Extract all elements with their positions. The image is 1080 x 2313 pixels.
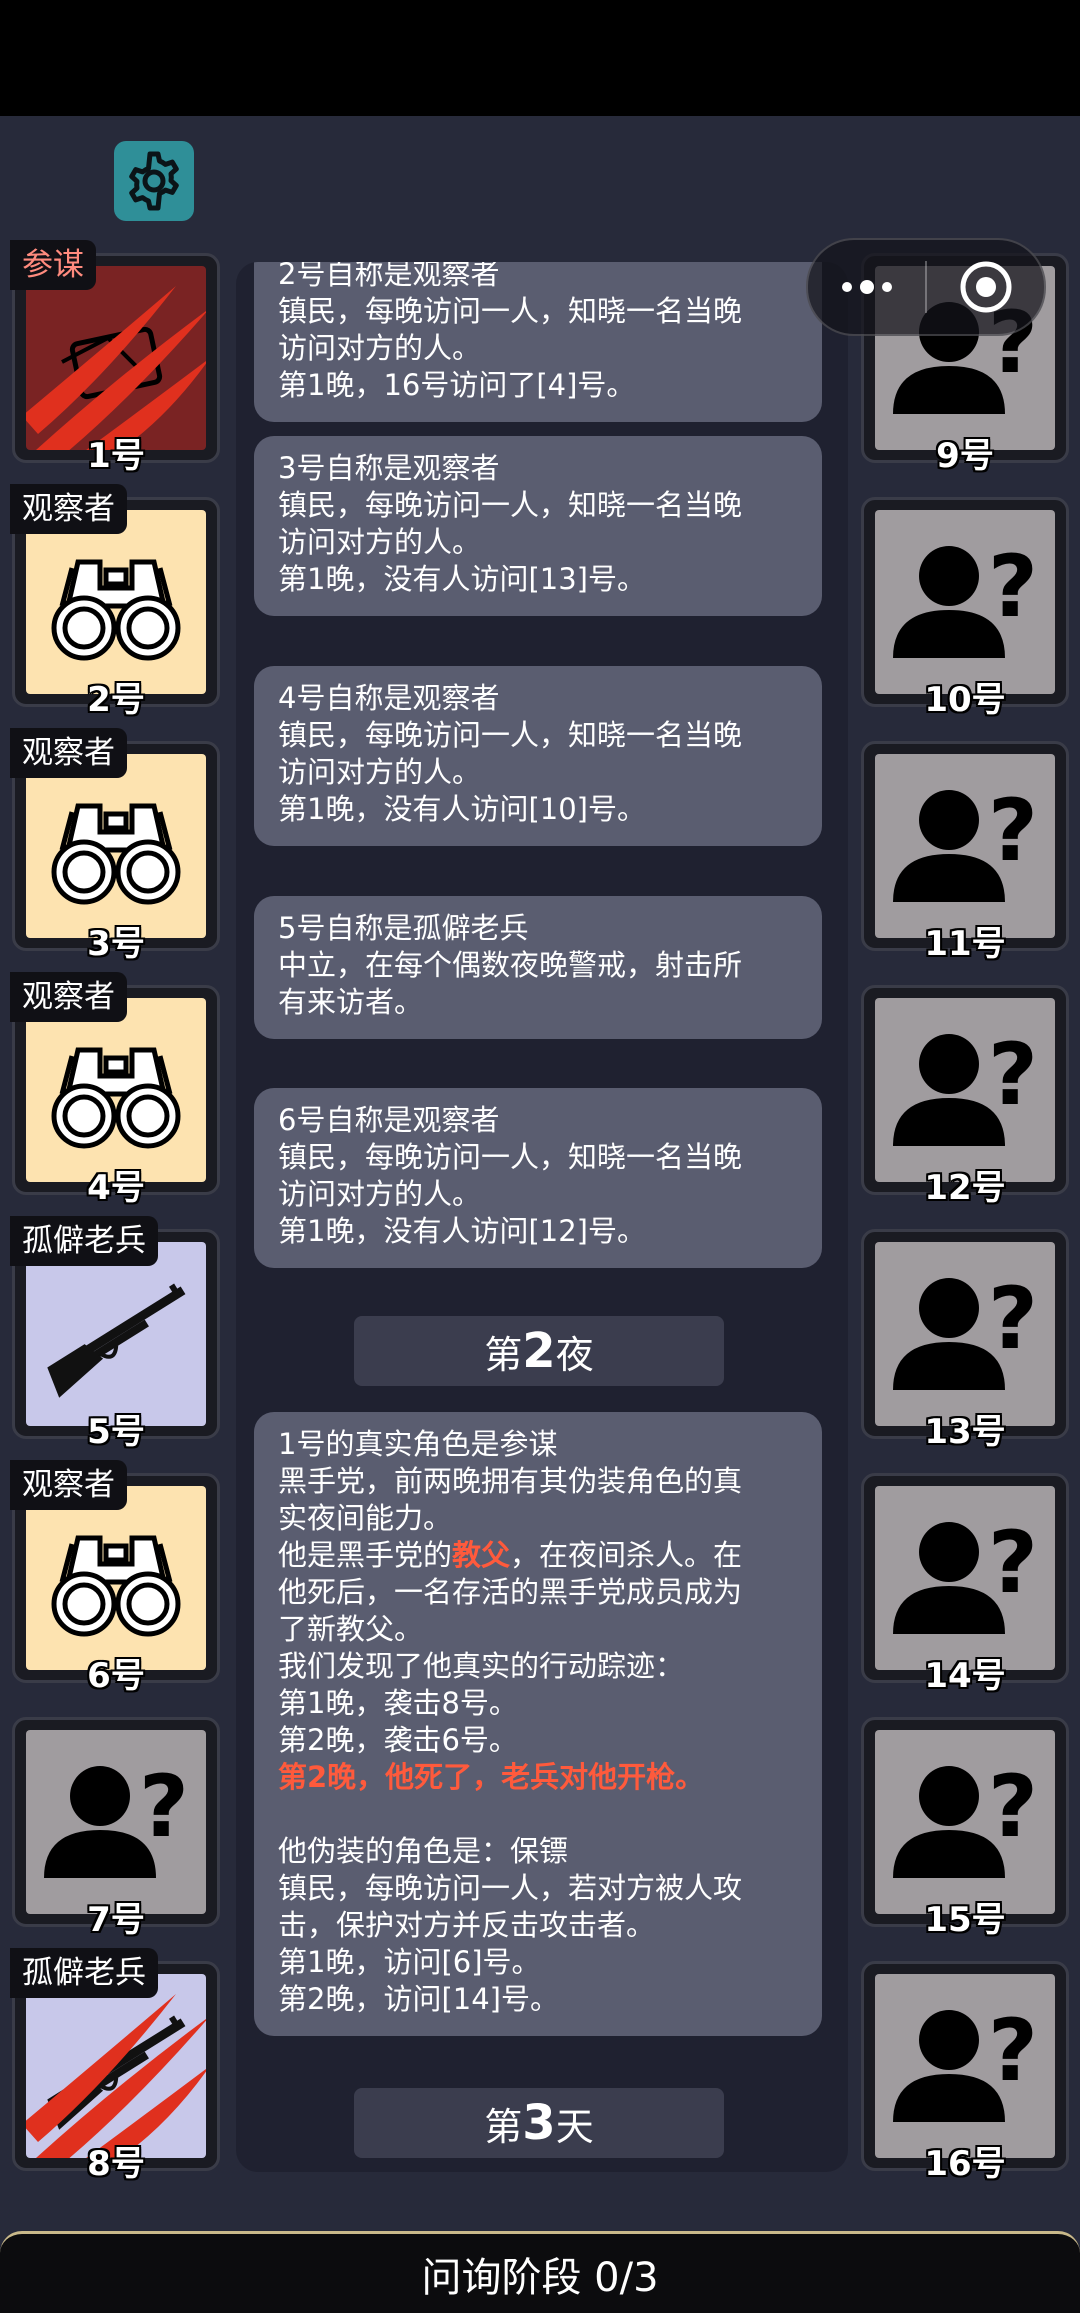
player-slot-12[interactable]: 12号 xyxy=(861,985,1069,1208)
player-slot-14[interactable]: 14号 xyxy=(861,1473,1069,1696)
unknown-person-icon xyxy=(875,1242,1055,1426)
player-slot-6[interactable]: 6号 观察者 xyxy=(10,1460,220,1696)
more-dots-icon xyxy=(841,280,892,294)
unknown-person-icon xyxy=(875,754,1055,938)
log-message: 3号自称是观察者 镇民，每晚访问一人，知晓一名当晚 访问对方的人。 第1晚，没有… xyxy=(254,436,822,616)
unknown-person-icon xyxy=(875,998,1055,1182)
player-slot-3[interactable]: 3号 观察者 xyxy=(10,728,220,964)
player-number: 15号 xyxy=(924,1900,1006,1940)
mini-program-capsule xyxy=(806,238,1046,336)
menu-button[interactable] xyxy=(808,240,925,334)
close-button[interactable] xyxy=(927,240,1044,334)
player-slot-10[interactable]: 10号 xyxy=(861,497,1069,720)
role-tag: 孤僻老兵 xyxy=(10,1216,158,1266)
binoculars-icon xyxy=(26,510,206,694)
player-number: 16号 xyxy=(924,2144,1006,2184)
death-notice: 第2晚，他死了，老兵对他开枪。 xyxy=(278,1760,705,1794)
phase-header-day: 第3天 xyxy=(354,2088,724,2158)
status-bar xyxy=(0,0,1080,116)
log-message: 4号自称是观察者 镇民，每晚访问一人，知晓一名当晚 访问对方的人。 第1晚，没有… xyxy=(254,666,822,846)
player-slot-11[interactable]: 11号 xyxy=(861,741,1069,964)
claw-marks-icon xyxy=(26,1974,206,2158)
role-art xyxy=(26,266,206,450)
rifle-icon xyxy=(26,1974,206,2158)
role-tag: 观察者 xyxy=(10,484,127,534)
unknown-person-icon xyxy=(875,1486,1055,1670)
target-icon xyxy=(960,261,1011,313)
unknown-person-icon xyxy=(875,510,1055,694)
unknown-person-icon xyxy=(875,1730,1055,1914)
player-number: 10号 xyxy=(924,680,1006,720)
player-number: 5号 xyxy=(87,1412,145,1452)
player-number: 4号 xyxy=(87,1168,145,1208)
player-slot-7[interactable]: 7号 xyxy=(12,1717,220,1940)
game-log[interactable]: 2号自称是观察者 镇民，每晚访问一人，知晓一名当晚 访问对方的人。 第1晚，16… xyxy=(236,262,848,2172)
player-number: 9号 xyxy=(936,436,994,476)
log-message: 2号自称是观察者 镇民，每晚访问一人，知晓一名当晚 访问对方的人。 第1晚，16… xyxy=(254,262,822,422)
player-number: 2号 xyxy=(87,680,145,720)
log-message: 6号自称是观察者 镇民，每晚访问一人，知晓一名当晚 访问对方的人。 第1晚，没有… xyxy=(254,1088,822,1268)
player-number: 14号 xyxy=(924,1656,1006,1696)
unknown-person-icon xyxy=(875,1974,1055,2158)
log-message-reveal: 1号的真实角色是参谋 黑手党，前两晚拥有其伪装角色的真 实夜间能力。 他是黑手党… xyxy=(254,1412,822,2036)
player-slot-8[interactable]: 8号 孤僻老兵 xyxy=(10,1948,220,2184)
unknown-person-icon xyxy=(26,1730,206,1914)
player-number: 11号 xyxy=(924,924,1006,964)
player-number: 7号 xyxy=(87,1900,145,1940)
player-slot-13[interactable]: 13号 xyxy=(861,1229,1069,1452)
settings-button[interactable] xyxy=(114,141,194,221)
role-tag: 观察者 xyxy=(10,972,127,1022)
role-tag: 孤僻老兵 xyxy=(10,1948,158,1998)
rifle-icon xyxy=(26,1242,206,1426)
player-number: 12号 xyxy=(924,1168,1006,1208)
gear-icon xyxy=(129,151,179,211)
player-slot-16[interactable]: 16号 xyxy=(861,1961,1069,2184)
claw-marks-icon xyxy=(26,266,206,450)
role-tag: 观察者 xyxy=(10,728,127,778)
binoculars-icon xyxy=(26,998,206,1182)
role-tag: 观察者 xyxy=(10,1460,127,1510)
player-slot-15[interactable]: 15号 xyxy=(861,1717,1069,1940)
phase-status-bar: 问询阶段 0/3 xyxy=(0,2231,1080,2313)
player-number: 8号 xyxy=(87,2144,145,2184)
binoculars-icon xyxy=(26,754,206,938)
player-slot-4[interactable]: 4号 观察者 xyxy=(10,972,220,1208)
player-number: 6号 xyxy=(87,1656,145,1696)
player-number: 13号 xyxy=(924,1412,1006,1452)
godfather-highlight: 教父 xyxy=(452,1538,511,1572)
player-number: 1号 xyxy=(87,436,145,476)
player-slot-2[interactable]: 2号 观察者 xyxy=(10,484,220,720)
binoculars-icon xyxy=(26,1486,206,1670)
player-slot-1[interactable]: 1号 参谋 xyxy=(10,240,220,476)
player-number: 3号 xyxy=(87,924,145,964)
player-slot-5[interactable]: 5号 孤僻老兵 xyxy=(10,1216,220,1452)
phase-header-night: 第2夜 xyxy=(354,1316,724,1386)
phase-status-label: 问询阶段 0/3 xyxy=(421,2254,659,2301)
log-message: 5号自称是孤僻老兵 中立，在每个偶数夜晚警戒，射击所 有来访者。 xyxy=(254,896,822,1039)
role-tag: 参谋 xyxy=(10,240,96,290)
